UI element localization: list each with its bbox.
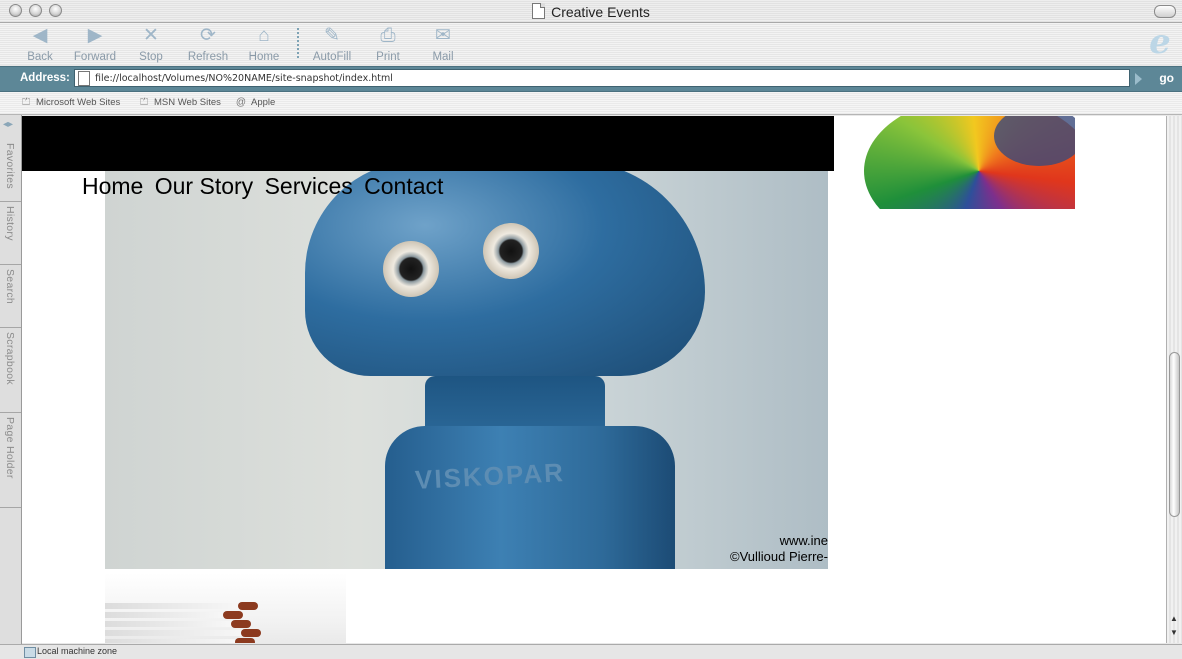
sidebar-tab-label: Scrapbook <box>4 332 16 385</box>
go-button[interactable]: go <box>1159 71 1174 85</box>
address-input[interactable] <box>95 70 1115 86</box>
sidebar-toggle-icon[interactable]: ◂▸ <box>3 119 17 131</box>
at-icon: @ <box>235 97 247 108</box>
sidebar-tab-label: History <box>4 206 16 241</box>
scope-right-lens <box>483 223 539 279</box>
sidebar-tab-history[interactable]: History <box>0 202 21 265</box>
window-titlebar: Creative Events <box>0 0 1182 23</box>
go-arrow-icon <box>1135 73 1142 85</box>
scroll-up-arrow-icon[interactable]: ▲ <box>1170 614 1178 623</box>
forward-button[interactable]: ▶ Forward <box>67 25 123 63</box>
address-field-container <box>74 69 1130 87</box>
web-page-viewport: VISKOPAR www.ine ©Vullioud Pierre- Home … <box>22 116 1166 643</box>
scope-left-lens <box>383 241 439 297</box>
sidebar-tab-scrapbook[interactable]: Scrapbook <box>0 328 21 413</box>
autofill-button[interactable]: ✎ AutoFill <box>304 25 360 63</box>
viewer-scope: VISKOPAR <box>305 171 705 569</box>
favorite-apple[interactable]: @ Apple <box>235 97 275 108</box>
hero-credit-url: www.ine <box>779 533 828 548</box>
nav-link-our-story[interactable]: Our Story <box>155 173 253 199</box>
toolbar-toggle-button[interactable] <box>1154 5 1176 18</box>
nav-link-contact[interactable]: Contact <box>364 173 443 199</box>
sidebar-tab-favorites[interactable]: Favorites <box>0 139 21 202</box>
home-button-label: Home <box>248 51 280 63</box>
pencils-image <box>105 573 346 643</box>
mail-icon: ✉ <box>435 25 451 46</box>
toolbar-separator <box>297 28 299 58</box>
autofill-button-label: AutoFill <box>312 51 352 63</box>
home-icon: ⌂ <box>258 25 270 46</box>
pencil <box>105 602 258 610</box>
browser-toolbar: ◀ Back ▶ Forward ✕ Stop ⟳ Refresh ⌂ Home… <box>0 23 1182 65</box>
favorite-label: Apple <box>251 97 276 108</box>
pencil <box>105 638 255 643</box>
scroll-down-arrow-icon[interactable]: ▼ <box>1170 628 1178 637</box>
back-button-label: Back <box>27 51 53 63</box>
parrot-image <box>834 116 1075 209</box>
ie-logo-icon: e <box>1149 22 1171 62</box>
folder-icon: ⏍ <box>140 97 148 108</box>
favorite-label: Microsoft Web Sites <box>36 97 121 108</box>
mail-button-label: Mail <box>432 51 454 63</box>
mail-button[interactable]: ✉ Mail <box>415 25 471 63</box>
sidebar-tab-label: Page Holder <box>4 417 16 479</box>
document-icon <box>532 3 546 19</box>
sidebar-tab-search[interactable]: Search <box>0 265 21 328</box>
stop-x-icon: ✕ <box>143 25 159 46</box>
back-button[interactable]: ◀ Back <box>12 25 68 63</box>
print-button[interactable]: ⎙ Print <box>360 25 416 63</box>
pencil <box>105 620 251 628</box>
stop-button-label: Stop <box>139 51 163 63</box>
folder-icon: ⏍ <box>22 97 30 108</box>
sidebar-tab-label: Search <box>4 269 16 305</box>
scope-base <box>385 426 675 569</box>
site-nav: Home Our Story Services Contact <box>82 173 448 200</box>
window-title: Creative Events <box>0 3 1182 20</box>
binocular-hero-image: VISKOPAR www.ine ©Vullioud Pierre- <box>105 171 828 569</box>
sidebar-tab-page-holder[interactable]: Page Holder <box>0 413 21 508</box>
refresh-button[interactable]: ⟳ Refresh <box>180 25 236 63</box>
home-button[interactable]: ⌂ Home <box>236 25 292 63</box>
address-bar: Address: go <box>0 66 1182 92</box>
refresh-button-label: Refresh <box>187 51 229 63</box>
status-bar: Local machine zone <box>0 644 1182 659</box>
nav-link-home[interactable]: Home <box>82 173 143 199</box>
forward-arrow-icon: ▶ <box>87 25 103 46</box>
autofill-icon: ✎ <box>324 25 340 46</box>
pencil <box>105 611 243 619</box>
back-arrow-icon: ◀ <box>32 25 48 46</box>
status-text: Local machine zone <box>37 646 118 656</box>
scrollbar-thumb[interactable] <box>1169 352 1180 517</box>
favorites-bar: ⏍ Microsoft Web Sites ⏍ MSN Web Sites @ App… <box>0 92 1182 115</box>
printer-icon: ⎙ <box>380 25 396 46</box>
favorite-microsoft-web-sites[interactable]: ⏍ Microsoft Web Sites <box>20 97 120 108</box>
window-title-text: Creative Events <box>551 4 650 20</box>
zone-icon <box>24 647 36 658</box>
refresh-icon: ⟳ <box>200 25 216 46</box>
print-button-label: Print <box>376 51 400 63</box>
favorite-msn-web-sites[interactable]: ⏍ MSN Web Sites <box>138 97 221 108</box>
favorite-label: MSN Web Sites <box>154 97 221 108</box>
stop-button[interactable]: ✕ Stop <box>123 25 179 63</box>
vertical-scrollbar[interactable]: ▲ ▼ <box>1166 116 1182 643</box>
nav-link-services[interactable]: Services <box>265 173 353 199</box>
sidebar-tab-label: Favorites <box>4 143 16 189</box>
pencil <box>105 629 261 637</box>
explorer-sidebar: ◂▸ Favorites History Search Scrapbook Pa… <box>0 115 22 645</box>
page-icon <box>78 71 90 86</box>
address-label: Address: <box>20 72 70 84</box>
hero-credit-author: ©Vullioud Pierre- <box>730 549 828 564</box>
forward-button-label: Forward <box>73 51 117 63</box>
